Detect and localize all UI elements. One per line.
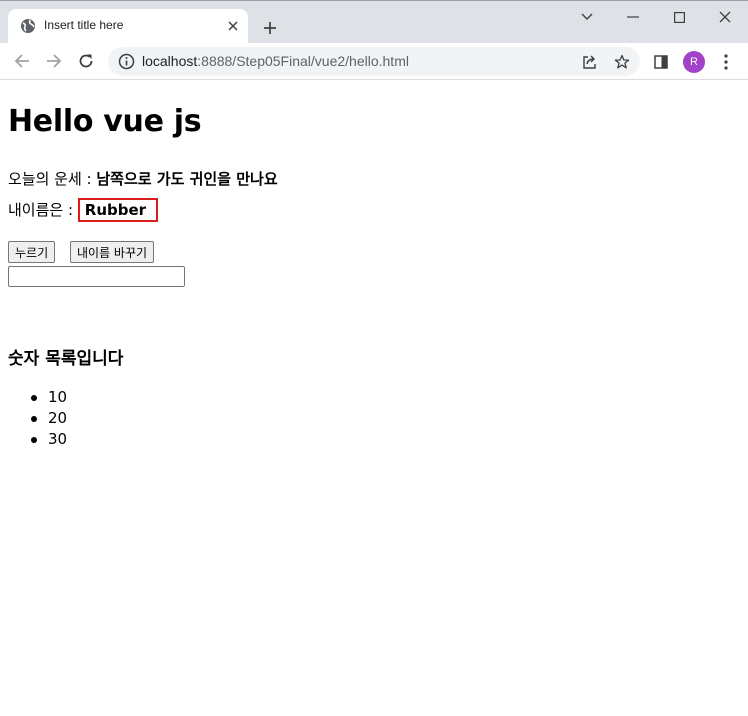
name-value: Rubber xyxy=(77,198,159,222)
minimize-icon[interactable] xyxy=(610,4,656,30)
browser-tab[interactable]: Insert title here xyxy=(8,9,248,44)
profile-avatar[interactable]: R xyxy=(683,51,705,73)
text-input[interactable] xyxy=(8,266,185,287)
fortune-value: 남쪽으로 가도 귀인을 만나요 xyxy=(96,170,278,188)
name-line: 내이름은 : Rubber xyxy=(8,198,159,222)
forward-arrow-icon[interactable] xyxy=(41,48,67,74)
url-text[interactable]: localhost:8888/Step05Final/vue2/hello.ht… xyxy=(142,53,409,69)
list-item: 30 xyxy=(28,430,67,451)
number-list: 10 20 30 xyxy=(28,388,67,451)
tab-title: Insert title here xyxy=(44,18,124,32)
page-content: Hello vue js 오늘의 운세 : 남쪽으로 가도 귀인을 만나요 내이… xyxy=(0,80,748,716)
fortune-label: 오늘의 운세 : xyxy=(8,170,97,188)
address-bar[interactable]: localhost:8888/Step05Final/vue2/hello.ht… xyxy=(108,47,640,76)
page-heading: Hello vue js xyxy=(8,104,202,139)
list-heading: 숫자 목록입니다 xyxy=(8,349,124,369)
side-panel-icon[interactable] xyxy=(649,50,673,74)
tab-strip: Insert title here xyxy=(0,0,748,44)
url-path: :8888/Step05Final/vue2/hello.html xyxy=(197,53,409,69)
press-button[interactable]: 누르기 xyxy=(8,241,56,263)
back-arrow-icon[interactable] xyxy=(9,48,35,74)
maximize-icon[interactable] xyxy=(656,4,702,30)
list-item: 10 xyxy=(28,388,67,409)
close-window-icon[interactable] xyxy=(702,4,748,30)
share-icon[interactable] xyxy=(580,52,600,72)
tab-search-chevron-icon[interactable] xyxy=(564,4,610,30)
new-tab-icon[interactable] xyxy=(258,16,282,40)
close-tab-icon[interactable] xyxy=(224,17,242,35)
fortune-line: 오늘의 운세 : 남쪽으로 가도 귀인을 만나요 xyxy=(8,168,278,189)
more-menu-icon[interactable] xyxy=(714,50,738,74)
change-name-button[interactable]: 내이름 바꾸기 xyxy=(70,241,155,263)
site-info-icon[interactable] xyxy=(118,53,135,70)
bookmark-star-icon[interactable] xyxy=(612,52,632,72)
browser-toolbar: localhost:8888/Step05Final/vue2/hello.ht… xyxy=(0,43,748,80)
name-label: 내이름은 : xyxy=(8,201,78,219)
globe-icon xyxy=(20,18,36,34)
reload-icon[interactable] xyxy=(73,48,99,74)
list-item: 20 xyxy=(28,409,67,430)
url-host: localhost xyxy=(142,53,198,69)
